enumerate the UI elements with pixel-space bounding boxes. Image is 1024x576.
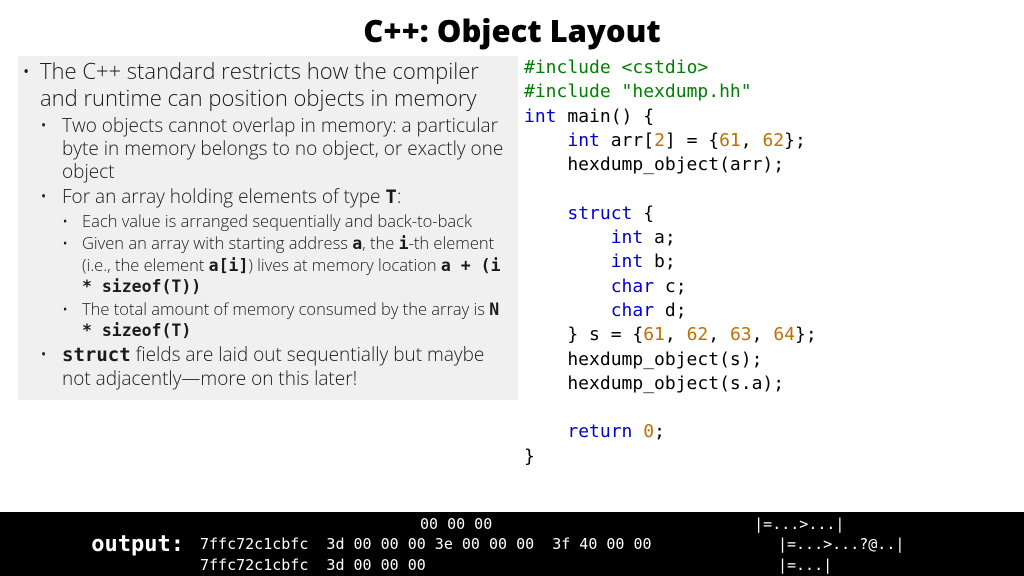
t: 62 <box>687 324 709 345</box>
t: 63 <box>730 324 752 345</box>
t: int <box>611 251 644 272</box>
t: struct <box>567 203 632 224</box>
term-line-2: 7ffc72c1cbfc 3d 00 00 00 |=...| <box>200 556 832 574</box>
t: int <box>611 227 644 248</box>
t: char <box>611 276 654 297</box>
content-columns: The C++ standard restricts how the compi… <box>0 56 1024 469</box>
t: char <box>611 300 654 321</box>
t: { <box>632 203 654 224</box>
t: 2 <box>654 130 665 151</box>
t <box>524 421 567 442</box>
t: The total amount of memory consumed by t… <box>82 297 489 320</box>
bullet-column: The C++ standard restricts how the compi… <box>18 56 518 400</box>
t: main() { <box>557 106 655 127</box>
cl: #include "hexdump.hh" <box>524 81 752 102</box>
t <box>524 203 567 224</box>
t: ] = { <box>665 130 719 151</box>
t: 61 <box>643 324 665 345</box>
slide-title: C++: Object Layout <box>0 0 1024 56</box>
t: Given an array with starting address <box>82 231 352 254</box>
t: hexdump_object(arr); <box>524 154 784 175</box>
t: , <box>665 324 687 345</box>
t: hexdump_object(s); <box>524 349 762 370</box>
t: arr[ <box>600 130 654 151</box>
t: d; <box>654 300 687 321</box>
term-line-1: 7ffc72c1cbfc 3d 00 00 00 3e 00 00 00 3f … <box>200 535 904 553</box>
t: a; <box>643 227 676 248</box>
t: ; <box>654 421 665 442</box>
t: a[i] <box>209 256 249 275</box>
t: }; <box>795 324 817 345</box>
t: , the <box>362 231 398 254</box>
t: , <box>752 324 774 345</box>
t: c; <box>654 276 687 297</box>
bullet-1-2: For an array holding elements of type T:… <box>40 185 510 341</box>
t: #include <box>524 81 622 102</box>
t: }; <box>784 130 806 151</box>
t: , <box>708 324 730 345</box>
t <box>524 251 611 272</box>
t <box>524 276 611 297</box>
bullet-1-1: Two objects cannot overlap in memory: a … <box>40 114 510 184</box>
t: , <box>741 130 763 151</box>
t: struct <box>62 344 131 366</box>
bullet-1-2-3: The total amount of memory consumed by t… <box>62 299 510 341</box>
bullet-1-text: The C++ standard restricts how the compi… <box>40 56 479 113</box>
t <box>632 421 643 442</box>
terminal-output: output: 00 00 00 |=...>...| 7ffc72c1cbfc… <box>0 512 1024 576</box>
t: 64 <box>773 324 795 345</box>
t: b; <box>643 251 676 272</box>
t: } s = { <box>524 324 643 345</box>
t: ) lives at memory location <box>248 253 441 276</box>
b1-2-code: T <box>385 186 396 208</box>
t: int <box>524 106 557 127</box>
terminal-label: output: <box>0 512 200 576</box>
t: hexdump_object(s.a); <box>524 373 784 394</box>
t: } <box>524 446 535 467</box>
b1-2-pre: For an array holding elements of type <box>62 183 385 209</box>
code-block: #include <cstdio> #include "hexdump.hh" … <box>524 56 1006 469</box>
t <box>524 227 611 248</box>
code-column: #include <cstdio> #include "hexdump.hh" … <box>518 56 1006 469</box>
bullet-1-2-2: Given an array with starting address a, … <box>62 233 510 296</box>
cl: #include <cstdio> <box>524 57 708 78</box>
t: <cstdio> <box>622 57 709 78</box>
t: i <box>399 234 409 253</box>
t: 62 <box>762 130 784 151</box>
t: 61 <box>719 130 741 151</box>
t <box>524 130 567 151</box>
term-line-0: 00 00 00 |=...>...| <box>200 514 844 534</box>
t: "hexdump.hh" <box>622 81 752 102</box>
b1-2-post: : <box>397 183 402 209</box>
bullet-1-3: struct fields are laid out sequentially … <box>40 343 510 390</box>
bullet-1-2-1: Each value is arranged sequentially and … <box>62 211 510 231</box>
bullet-1: The C++ standard restricts how the compi… <box>22 58 510 390</box>
t: a <box>352 234 362 253</box>
t: int <box>567 130 600 151</box>
t: 0 <box>643 421 654 442</box>
t <box>524 300 611 321</box>
terminal-lines: 00 00 00 |=...>...| 7ffc72c1cbfc 3d 00 0… <box>200 512 904 576</box>
t: #include <box>524 57 622 78</box>
t: return <box>567 421 632 442</box>
